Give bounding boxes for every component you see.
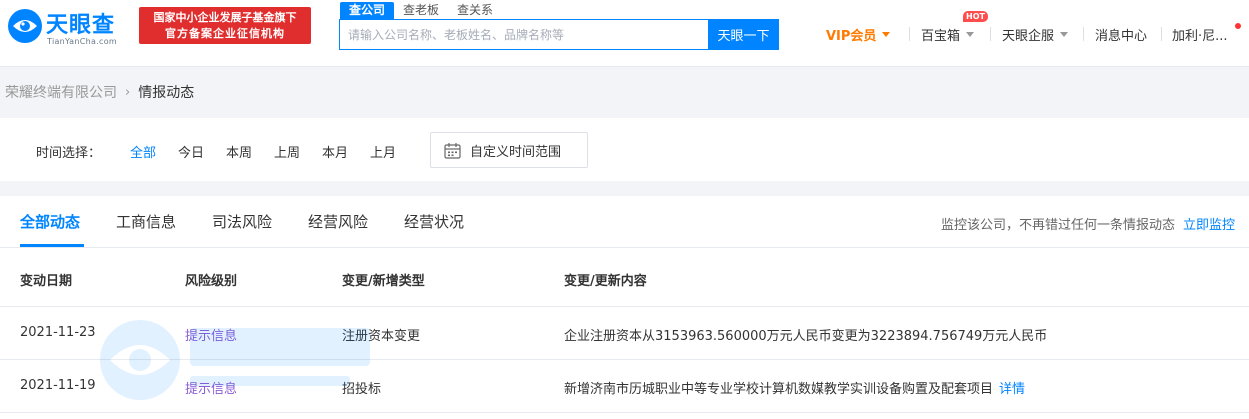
chevron-down-icon bbox=[1060, 31, 1069, 37]
gov-badge[interactable]: 国家中小企业发展子基金旗下 官方备案企业征信机构 bbox=[139, 7, 311, 44]
column-header-type: 变更/新增类型 bbox=[342, 274, 425, 289]
nav-vip[interactable]: VIP会员 bbox=[826, 24, 891, 44]
nav-enterprise-label: 天眼企服 bbox=[1002, 28, 1055, 44]
logo-text: 天眼查 bbox=[46, 13, 116, 38]
nav-message-label: 消息中心 bbox=[1095, 28, 1148, 44]
nav-message-center[interactable]: 消息中心 bbox=[1095, 24, 1147, 44]
nav-divider bbox=[1161, 27, 1162, 41]
table-header: 变动日期 风险级别 变更/新增类型 变更/更新内容 bbox=[0, 249, 1249, 307]
tab-operating-status[interactable]: 经营状况 bbox=[404, 211, 464, 232]
nav-enterprise-service[interactable]: 天眼企服 bbox=[1002, 24, 1069, 44]
nav-divider bbox=[1083, 27, 1084, 41]
top-header: 天眼查 TianYanCha.com 国家中小企业发展子基金旗下 官方备案企业征… bbox=[0, 0, 1249, 67]
row-content: 企业注册资本从3153963.560000万元人民币变更为3223894.756… bbox=[564, 325, 1047, 344]
breadcrumb: 荣耀终端有限公司 › 情报动态 bbox=[5, 82, 194, 102]
monitor-prompt: 监控该公司，不再错过任何一条情报动态 立即监控 bbox=[941, 214, 1235, 233]
breadcrumb-company[interactable]: 荣耀终端有限公司 bbox=[5, 82, 117, 102]
gov-badge-line2: 官方备案企业征信机构 bbox=[165, 26, 285, 40]
filter-option-this-month[interactable]: 本月 bbox=[322, 142, 348, 161]
row-detail-link[interactable]: 详情 bbox=[999, 382, 1025, 397]
nav-toolbox[interactable]: 百宝箱 bbox=[921, 24, 975, 44]
monitor-now-link[interactable]: 立即监控 bbox=[1183, 218, 1235, 233]
search-button[interactable]: 天眼一下 bbox=[708, 19, 779, 50]
search-input[interactable] bbox=[339, 19, 709, 50]
nav-toolbox-label: 百宝箱 bbox=[921, 28, 961, 44]
dynamics-panel: 全部动态 工商信息 司法风险 经营风险 经营状况 监控该公司，不再错过任何一条情… bbox=[0, 196, 1249, 419]
logo-subtext: TianYanCha.com bbox=[47, 37, 117, 46]
chevron-right-icon: › bbox=[125, 84, 131, 100]
hot-badge: HOT bbox=[963, 11, 988, 22]
gov-badge-line1: 国家中小企业发展子基金旗下 bbox=[153, 10, 297, 24]
notification-dot bbox=[1235, 23, 1241, 29]
chevron-down-icon bbox=[966, 31, 975, 37]
table-row: 2021-11-23 提示信息 注册资本变更 企业注册资本从3153963.56… bbox=[0, 307, 1249, 360]
row-risk-level[interactable]: 提示信息 bbox=[185, 325, 237, 344]
nav-user-menu[interactable]: 加利·尼... bbox=[1172, 24, 1228, 44]
filter-option-all[interactable]: 全部 bbox=[130, 142, 156, 161]
monitor-text: 监控该公司，不再错过任何一条情报动态 bbox=[940, 218, 1175, 233]
nav-divider bbox=[909, 27, 910, 41]
tab-all-dynamics[interactable]: 全部动态 bbox=[20, 211, 80, 232]
tab-business-info[interactable]: 工商信息 bbox=[116, 211, 176, 232]
filter-option-this-week[interactable]: 本周 bbox=[226, 142, 252, 161]
row-content-text: 新增济南市历城职业中等专业学校计算机数媒教学实训设备购置及配套项目 bbox=[564, 382, 994, 397]
column-header-risk: 风险级别 bbox=[185, 274, 238, 289]
row-change-type: 注册资本变更 bbox=[342, 329, 421, 344]
time-filter-bar: 时间选择： 全部 今日 本周 上周 本月 上月 自定义时间范围 bbox=[0, 118, 1249, 181]
nav-user-label: 加利·尼... bbox=[1172, 28, 1228, 44]
nav-divider bbox=[990, 27, 991, 41]
row-change-type: 招投标 bbox=[342, 382, 382, 397]
search-type-tabs: 查公司 查老板 查关系 bbox=[340, 2, 502, 19]
filter-option-today[interactable]: 今日 bbox=[178, 142, 204, 161]
filter-option-last-month[interactable]: 上月 bbox=[370, 142, 396, 161]
search-tab-relation[interactable]: 查关系 bbox=[448, 2, 502, 19]
row-content: 新增济南市历城职业中等专业学校计算机数媒教学实训设备购置及配套项目 详情 bbox=[564, 378, 1025, 397]
tab-judicial-risk[interactable]: 司法风险 bbox=[212, 211, 272, 232]
search-tab-boss[interactable]: 查老板 bbox=[394, 2, 448, 19]
chevron-down-icon bbox=[882, 31, 891, 37]
column-header-date: 变动日期 bbox=[20, 274, 73, 289]
custom-range-label: 自定义时间范围 bbox=[470, 144, 562, 160]
time-filter-label: 时间选择： bbox=[36, 146, 102, 161]
row-date: 2021-11-23 bbox=[20, 325, 96, 340]
column-header-content: 变更/更新内容 bbox=[564, 274, 647, 289]
active-tab-indicator bbox=[20, 244, 84, 247]
category-tabs: 全部动态 工商信息 司法风险 经营风险 经营状况 监控该公司，不再错过任何一条情… bbox=[0, 196, 1249, 248]
row-date: 2021-11-19 bbox=[20, 378, 96, 393]
nav-vip-label: VIP会员 bbox=[826, 28, 877, 44]
row-risk-level[interactable]: 提示信息 bbox=[185, 378, 237, 397]
search-tab-company[interactable]: 查公司 bbox=[340, 2, 395, 19]
breadcrumb-current: 情报动态 bbox=[138, 85, 195, 101]
tab-operating-risk[interactable]: 经营风险 bbox=[308, 211, 368, 232]
logo-eye-icon bbox=[8, 9, 42, 43]
row-content-text: 企业注册资本从3153963.560000万元人民币变更为3223894.756… bbox=[564, 329, 1048, 344]
custom-range-button[interactable]: 自定义时间范围 bbox=[430, 132, 588, 168]
calendar-icon bbox=[444, 142, 461, 159]
tianyancha-logo[interactable]: 天眼查 TianYanCha.com bbox=[6, 7, 130, 49]
filter-option-last-week[interactable]: 上周 bbox=[274, 142, 300, 161]
table-row: 2021-11-19 提示信息 招投标 新增济南市历城职业中等专业学校计算机数媒… bbox=[0, 360, 1249, 413]
